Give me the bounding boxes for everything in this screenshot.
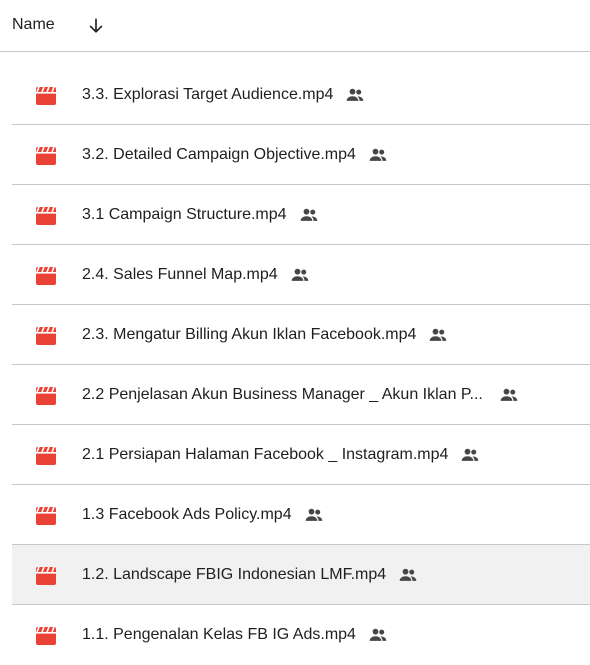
video-file-icon <box>36 627 56 645</box>
video-file-icon <box>36 507 56 525</box>
shared-people-icon <box>369 148 387 161</box>
file-name: 1.1. Pengenalan Kelas FB IG Ads.mp4 <box>82 626 356 643</box>
video-file-icon <box>36 147 56 165</box>
file-row[interactable]: 3.3. Explorasi Target Audience.mp4 <box>12 65 590 125</box>
file-name: 1.2. Landscape FBIG Indonesian LMF.mp4 <box>82 566 387 583</box>
file-name: 1.3 Facebook Ads Policy.mp4 <box>82 506 292 523</box>
file-row[interactable]: 1.1. Pengenalan Kelas FB IG Ads.mp4 <box>12 605 590 665</box>
video-file-icon <box>36 207 56 225</box>
shared-people-icon <box>347 88 364 101</box>
video-file-icon <box>36 327 56 345</box>
video-file-icon <box>36 567 56 585</box>
file-row[interactable]: 1.3 Facebook Ads Policy.mp4 <box>12 485 590 545</box>
file-row[interactable]: 3.1 Campaign Structure.mp4 <box>12 185 590 245</box>
shared-people-icon <box>291 268 309 281</box>
file-name: 2.4. Sales Funnel Map.mp4 <box>82 266 278 283</box>
file-list: 3.3. Explorasi Target Audience.mp4 3.2. … <box>12 65 590 665</box>
shared-people-icon <box>305 508 322 521</box>
file-row[interactable]: 2.4. Sales Funnel Map.mp4 <box>12 245 590 305</box>
file-row[interactable]: 3.2. Detailed Campaign Objective.mp4 <box>12 125 590 185</box>
file-name: 2.2 Penjelasan Akun Business Manager _ A… <box>82 386 483 403</box>
name-column-header[interactable]: Name <box>12 16 55 34</box>
file-name: 2.1 Persiapan Halaman Facebook _ Instagr… <box>82 446 449 463</box>
file-row[interactable]: 2.3. Mengatur Billing Akun Iklan Faceboo… <box>12 305 590 365</box>
shared-people-icon <box>462 448 479 461</box>
file-row[interactable]: 2.2 Penjelasan Akun Business Manager _ A… <box>12 365 590 425</box>
video-file-icon <box>36 447 56 465</box>
file-name: 3.2. Detailed Campaign Objective.mp4 <box>82 146 356 163</box>
arrow-down-icon[interactable] <box>86 16 106 36</box>
file-name: 3.3. Explorasi Target Audience.mp4 <box>82 86 334 103</box>
list-header: Name <box>0 0 590 52</box>
video-file-icon <box>36 87 56 105</box>
file-row[interactable]: 2.1 Persiapan Halaman Facebook _ Instagr… <box>12 425 590 485</box>
video-file-icon <box>36 387 56 405</box>
video-file-icon <box>36 267 56 285</box>
shared-people-icon <box>430 328 447 341</box>
file-name: 3.1 Campaign Structure.mp4 <box>82 206 287 223</box>
shared-people-icon <box>500 388 518 401</box>
shared-people-icon <box>399 568 417 581</box>
file-name: 2.3. Mengatur Billing Akun Iklan Faceboo… <box>82 326 417 343</box>
file-row-selected[interactable]: 1.2. Landscape FBIG Indonesian LMF.mp4 <box>12 545 590 605</box>
shared-people-icon <box>300 208 317 221</box>
shared-people-icon <box>369 628 387 641</box>
